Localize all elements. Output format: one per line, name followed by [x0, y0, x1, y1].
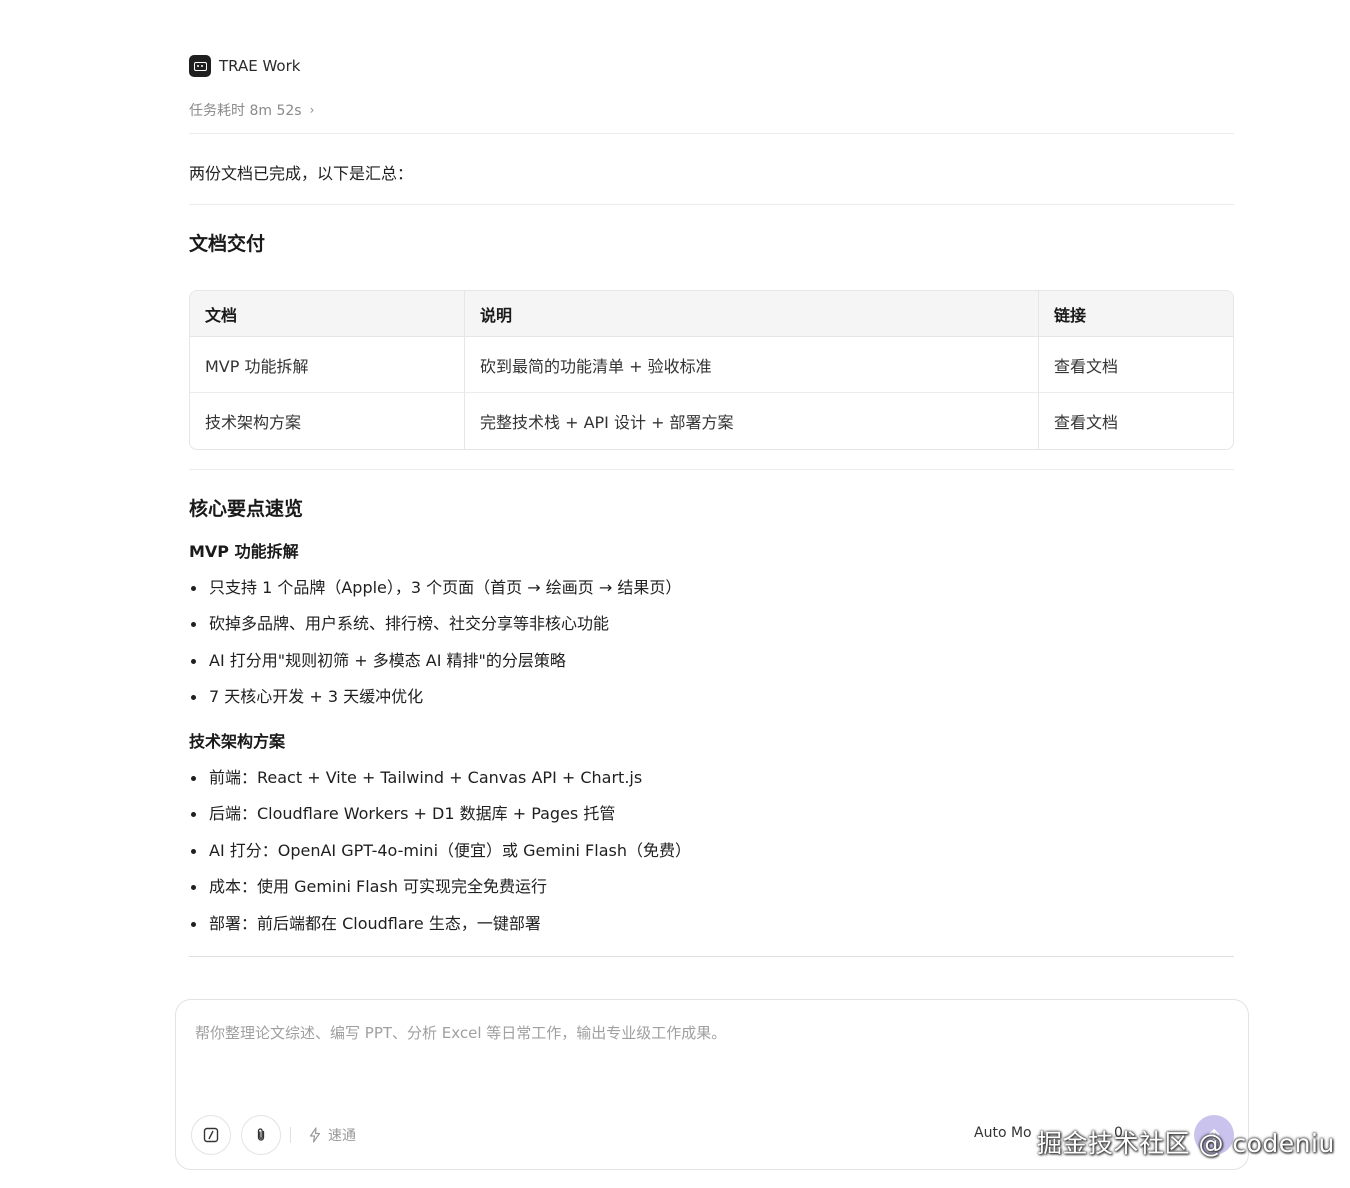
column-header-link: 链接 — [1038, 291, 1233, 337]
list-item: AI 打分：OpenAI GPT-4o-mini（便宜）或 Gemini Fla… — [189, 833, 691, 869]
arch-list: 前端：React + Vite + Tailwind + Canvas API … — [189, 760, 691, 942]
list-item: AI 打分用"规则初筛 + 多模态 AI 精排"的分层策略 — [189, 643, 681, 679]
divider — [189, 469, 1234, 470]
table-cell-doc: MVP 功能拆解 — [190, 337, 464, 393]
paperclip-icon — [257, 1128, 265, 1141]
slash-command-button[interactable] — [191, 1115, 231, 1155]
mode-select[interactable]: Auto Mo — [974, 1125, 1032, 1141]
speed-label: 速通 — [328, 1128, 356, 1144]
subtitle-arch: 技术架构方案 — [189, 732, 286, 751]
mvp-list: 只支持 1 个品牌（Apple），3 个页面（首页 → 绘画页 → 结果页） 砍… — [189, 570, 681, 716]
document-table: 文档 说明 链接 MVP 功能拆解 砍到最简的功能清单 + 验收标准 查看文档 … — [189, 290, 1234, 450]
toolbar-separator — [290, 1127, 291, 1143]
list-item: 成本：使用 Gemini Flash 可实现完全免费运行 — [189, 869, 691, 905]
summary-text: 两份文档已完成，以下是汇总： — [189, 164, 414, 183]
column-header-desc: 说明 — [464, 291, 1038, 337]
divider — [189, 956, 1234, 957]
table-cell-desc: 砍到最简的功能清单 + 验收标准 — [464, 337, 1038, 393]
list-item: 砍掉多品牌、用户系统、排行榜、社交分享等非核心功能 — [189, 606, 681, 642]
agent-header: TRAE Work — [189, 54, 300, 78]
view-doc-link[interactable]: 查看文档 — [1038, 393, 1233, 449]
task-duration-label: 任务耗时 8m 52s — [189, 103, 302, 119]
list-item: 只支持 1 个品牌（Apple），3 个页面（首页 → 绘画页 → 结果页） — [189, 570, 681, 606]
list-item: 前端：React + Vite + Tailwind + Canvas API … — [189, 760, 691, 796]
trae-logo-icon — [189, 55, 211, 77]
table-cell-desc: 完整技术栈 + API 设计 + 部署方案 — [464, 393, 1038, 449]
speed-toggle[interactable]: 速通 — [308, 1125, 356, 1145]
view-doc-link[interactable]: 查看文档 — [1038, 337, 1233, 393]
divider — [189, 133, 1234, 134]
list-item: 后端：Cloudflare Workers + D1 数据库 + Pages 托… — [189, 796, 691, 832]
watermark: 掘金技术社区 @ codeniu — [1037, 1129, 1335, 1158]
agent-name: TRAE Work — [219, 57, 301, 75]
list-item: 部署：前后端都在 Cloudflare 生态，一键部署 — [189, 906, 691, 942]
lightning-icon — [309, 1127, 321, 1143]
prompt-input[interactable] — [195, 1022, 1225, 1082]
table-row: 技术架构方案 完整技术栈 + API 设计 + 部署方案 查看文档 — [190, 393, 1233, 449]
table-cell-doc: 技术架构方案 — [205, 413, 302, 432]
table-header-row: 文档 说明 链接 — [190, 291, 1233, 337]
slash-command-icon — [203, 1127, 219, 1143]
divider — [189, 204, 1234, 205]
subtitle-mvp: MVP 功能拆解 — [189, 542, 299, 561]
column-header-doc: 文档 — [190, 291, 464, 337]
table-row: MVP 功能拆解 砍到最简的功能清单 + 验收标准 查看文档 — [190, 337, 1233, 393]
page: TRAE Work 任务耗时 8m 52s › 两份文档已完成，以下是汇总： 文… — [0, 0, 1350, 1188]
section-title-delivery: 文档交付 — [189, 233, 266, 255]
attach-button[interactable] — [241, 1115, 281, 1155]
list-item: 7 天核心开发 + 3 天缓冲优化 — [189, 679, 681, 715]
chevron-right-icon: › — [309, 103, 315, 117]
task-duration-toggle[interactable]: 任务耗时 8m 52s › — [189, 100, 314, 120]
section-title-highlights: 核心要点速览 — [189, 498, 304, 520]
